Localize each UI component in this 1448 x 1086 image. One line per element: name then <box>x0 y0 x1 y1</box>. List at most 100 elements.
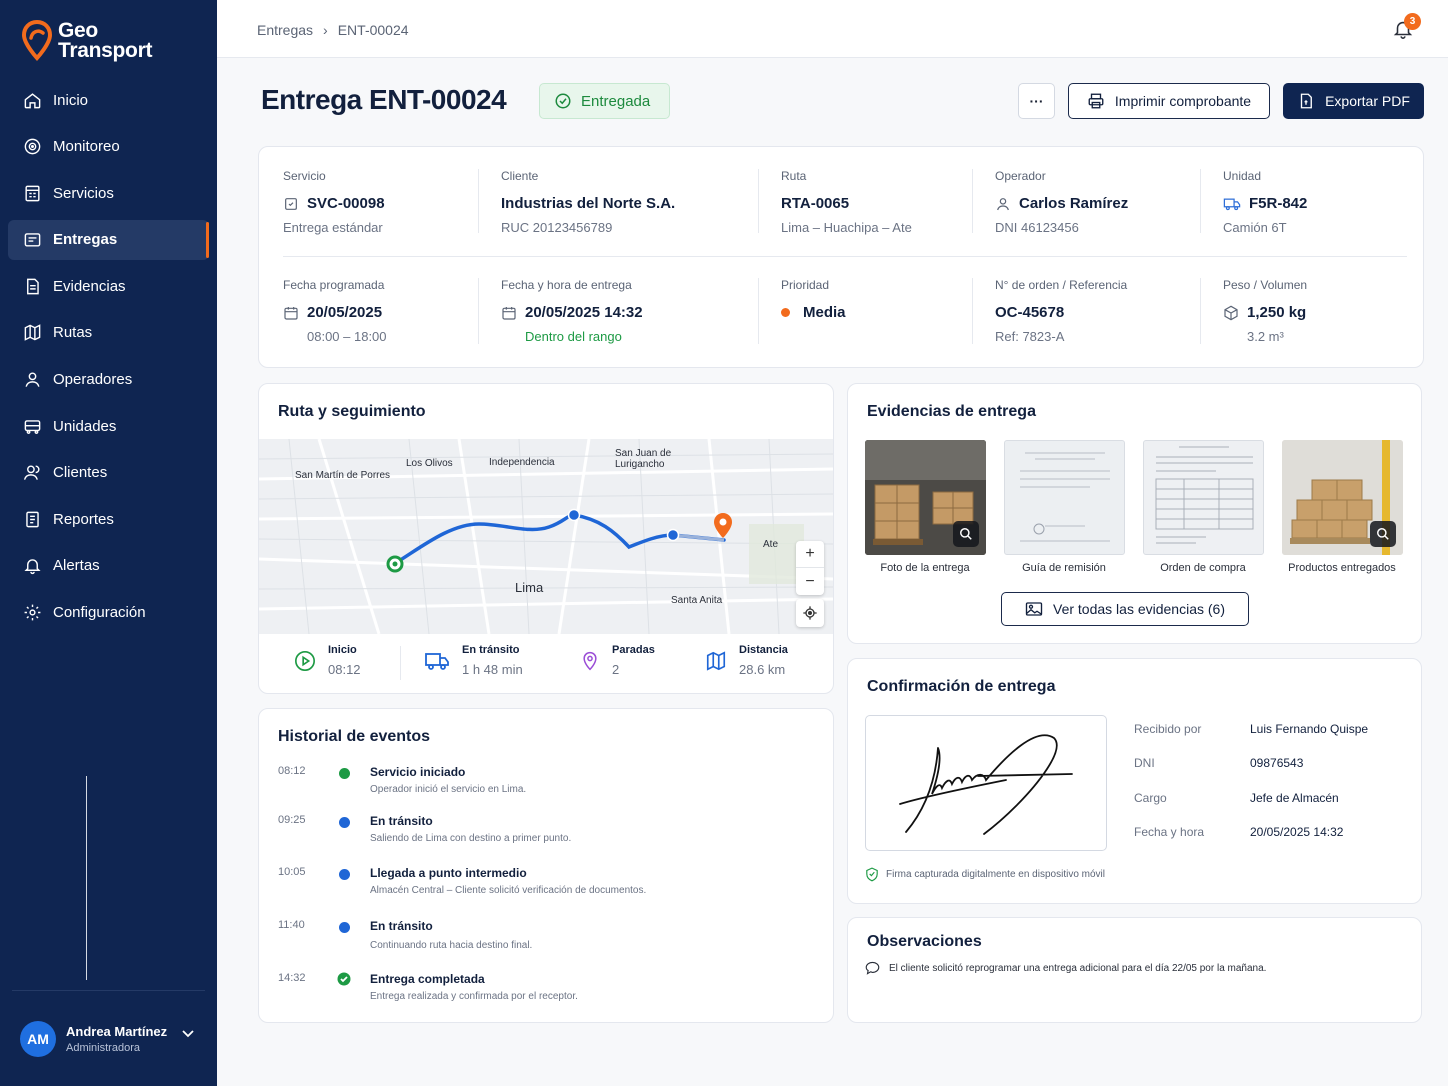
stat-label: Distancia <box>739 644 788 656</box>
sidebar-item-configuracion[interactable]: Configuración <box>8 593 209 633</box>
summary-orden: N° de orden / Referencia OC-45678 Ref: 7… <box>995 278 1127 344</box>
more-options-button[interactable]: ··· <box>1018 83 1055 119</box>
document-photo <box>1020 452 1110 542</box>
field-value: 09876543 <box>1250 756 1304 770</box>
sidebar-item-label: Reportes <box>53 510 114 528</box>
evidence-title: Evidencias de entrega <box>867 403 1036 420</box>
check-circle-icon <box>337 972 351 986</box>
peso-value: 1,250 kg <box>1247 304 1307 321</box>
ruta-value[interactable]: RTA-0065 <box>781 195 912 212</box>
comment-icon <box>865 961 880 975</box>
operador-value[interactable]: Carlos Ramírez <box>1019 195 1128 212</box>
evidence-thumb-photo[interactable] <box>865 440 986 555</box>
cliente-sub: RUC 20123456789 <box>501 220 613 235</box>
signature-note: Firma capturada digitalmente en disposit… <box>865 867 1105 882</box>
field-value: Jefe de Almacén <box>1250 791 1339 805</box>
monitor-icon <box>23 137 42 156</box>
history-title: Historial de eventos <box>278 728 431 745</box>
sidebar-item-entregas[interactable]: Entregas <box>8 219 209 260</box>
zoom-out-button[interactable]: − <box>796 568 824 595</box>
stat-inicio: Inicio 08:12 <box>294 644 361 677</box>
fecha-programada-sub: 08:00 – 18:00 <box>307 329 387 344</box>
prioridad-value: Media <box>803 304 846 321</box>
map-streets <box>259 439 833 634</box>
summary-peso: Peso / Volumen 1,250 kg 3.2 m³ <box>1223 278 1307 344</box>
summary-operador: Operador Carlos Ramírez DNI 46123456 <box>995 169 1128 235</box>
page-title: Entrega ENT-00024 <box>261 84 507 115</box>
orden-label: N° de orden / Referencia <box>995 278 1128 292</box>
stat-label: Inicio <box>328 644 357 656</box>
deliveries-icon <box>23 230 42 249</box>
sidebar-item-rutas[interactable]: Rutas <box>8 313 209 353</box>
evidence-thumb-guia[interactable] <box>1004 440 1125 555</box>
locate-button[interactable] <box>796 599 824 627</box>
signature-image <box>899 734 1073 835</box>
fecha-programada-label: Fecha programada <box>283 278 385 292</box>
status-badge: Entregada <box>539 83 670 119</box>
evidence-card: Evidencias de entrega Foto de la entrega… <box>847 383 1422 644</box>
chevron-down-icon[interactable] <box>181 1029 195 1039</box>
sidebar-item-label: Unidades <box>53 417 117 435</box>
zoom-image-icon[interactable] <box>1370 521 1396 547</box>
evidence-caption: Orden de compra <box>1160 562 1246 574</box>
destination-pin-icon <box>714 513 732 538</box>
sidebar-item-unidades[interactable]: Unidades <box>8 406 209 446</box>
map-label-san-martin: San Martín de Porres <box>295 470 391 481</box>
map-label-independencia: Independencia <box>489 457 555 468</box>
map-label-lima: Lima <box>515 580 544 595</box>
sidebar-item-label: Clientes <box>53 464 108 482</box>
event-time: 10:05 <box>278 866 306 878</box>
breadcrumb-entregas[interactable]: Entregas <box>257 22 313 38</box>
sidebar-item-inicio[interactable]: Inicio <box>8 80 209 120</box>
zoom-image-icon[interactable] <box>953 521 979 547</box>
avatar: AM <box>20 1020 56 1057</box>
event-desc: Almacén Central – Cliente solicitó verif… <box>370 885 647 896</box>
ruta-sub: Lima – Huachipa – Ate <box>781 220 912 235</box>
sidebar-item-operadores[interactable]: Operadores <box>8 360 209 400</box>
evidence-thumb-orden[interactable] <box>1143 440 1264 555</box>
unidad-value[interactable]: F5R-842 <box>1249 195 1307 212</box>
event-title: Llegada a punto intermedio <box>370 866 527 880</box>
stat-label: En tránsito <box>462 644 520 656</box>
zoom-in-button[interactable]: + <box>796 541 824 568</box>
event-dot-icon <box>339 768 350 779</box>
units-icon <box>23 417 42 436</box>
user-menu[interactable]: AM Andrea Martínez Administradora <box>12 990 205 1086</box>
sidebar-item-alertas[interactable]: Alertas <box>8 546 209 586</box>
operators-icon <box>23 370 42 389</box>
evidence-caption: Foto de la entrega <box>880 562 970 574</box>
signature-box <box>865 715 1107 851</box>
calendar-icon <box>284 306 298 320</box>
evidence-thumb-productos[interactable] <box>1282 440 1403 555</box>
field-label: DNI <box>1134 756 1155 770</box>
image-icon <box>1025 602 1043 616</box>
printer-icon <box>1088 93 1104 109</box>
delivery-confirmation-card: Confirmación de entrega Firma capturada … <box>847 658 1422 904</box>
sidebar-item-servicios[interactable]: Servicios <box>8 173 209 213</box>
servicio-value[interactable]: SVC-00098 <box>307 195 385 212</box>
sidebar-item-reportes[interactable]: Reportes <box>8 499 209 539</box>
breadcrumb: Entregas › ENT-00024 <box>257 22 409 38</box>
zoom-control: + − <box>796 541 824 595</box>
event-dot-icon <box>339 869 350 880</box>
sidebar-item-evidencias[interactable]: Evidencias <box>8 266 209 306</box>
sidebar-item-monitoreo[interactable]: Monitoreo <box>8 127 209 167</box>
settings-icon <box>23 603 42 622</box>
route-map[interactable]: San Martín de Porres Los Olivos Independ… <box>259 439 833 634</box>
fecha-entrega-value: 20/05/2025 14:32 <box>525 304 643 321</box>
map-icon <box>706 651 726 671</box>
export-pdf-button[interactable]: Exportar PDF <box>1283 83 1424 119</box>
servicio-label: Servicio <box>283 169 326 183</box>
logo[interactable]: Geo Transport <box>22 20 152 62</box>
sidebar-item-label: Evidencias <box>53 277 126 295</box>
print-button[interactable]: Imprimir comprobante <box>1068 83 1270 119</box>
peso-label: Peso / Volumen <box>1223 278 1308 292</box>
sidebar-item-clientes[interactable]: Clientes <box>8 453 209 493</box>
notification-badge: 3 <box>1404 13 1421 30</box>
view-all-evidence-button[interactable]: Ver todas las evidencias (6) <box>1001 592 1249 626</box>
route-title: Ruta y seguimiento <box>278 403 426 420</box>
summary-fecha-programada: Fecha programada 20/05/2025 08:00 – 18:0… <box>283 278 387 344</box>
event-desc: Continuando ruta hacia destino final. <box>370 940 533 951</box>
service-icon <box>285 197 297 210</box>
sidebar-item-label: Operadores <box>53 371 133 389</box>
